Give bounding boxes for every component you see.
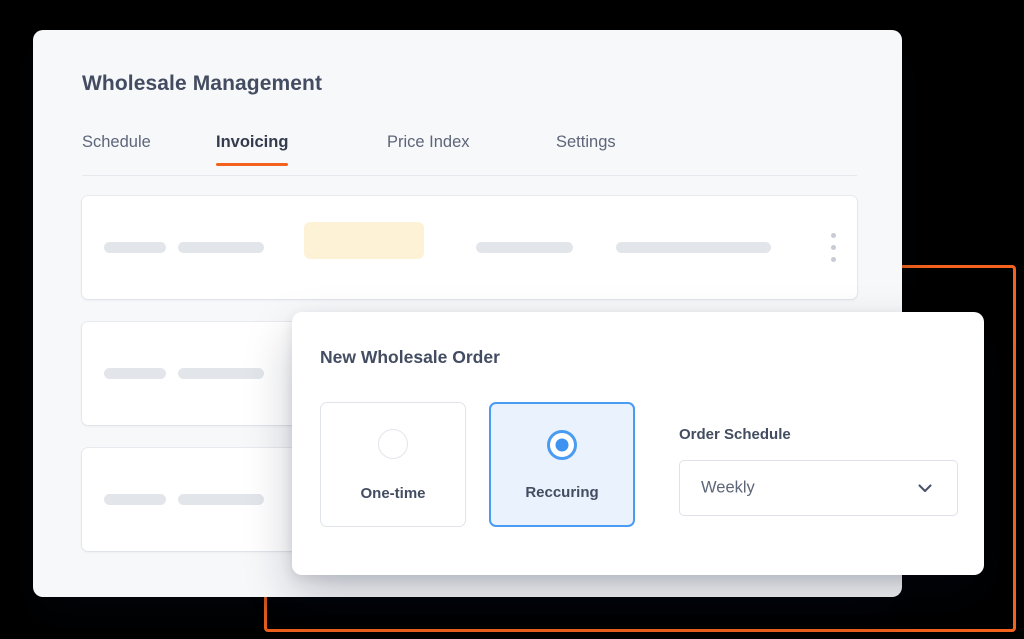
- tab-schedule-label: Schedule: [82, 133, 151, 151]
- placeholder-bar: [104, 494, 166, 505]
- order-type-option-one-time-label: One-time: [360, 485, 426, 502]
- placeholder-bar: [178, 242, 264, 253]
- order-type-option-recurring-label: Reccuring: [525, 484, 599, 501]
- table-row[interactable]: [82, 196, 857, 299]
- placeholder-bar: [178, 494, 264, 505]
- order-type-option-recurring[interactable]: Reccuring: [489, 402, 635, 527]
- order-schedule-label: Order Schedule: [679, 426, 791, 443]
- placeholder-bar: [476, 242, 573, 253]
- page-title: Wholesale Management: [82, 72, 323, 95]
- modal-title: New Wholesale Order: [320, 347, 500, 367]
- tab-settings[interactable]: Settings: [556, 133, 616, 165]
- placeholder-bar: [104, 242, 166, 253]
- tab-invoicing-label: Invoicing: [216, 133, 289, 151]
- order-schedule-select[interactable]: Weekly: [679, 460, 958, 516]
- placeholder-bar: [616, 242, 771, 253]
- tab-price-index-label: Price Index: [387, 133, 470, 151]
- radio-checked-icon[interactable]: [547, 430, 577, 460]
- tab-price-index[interactable]: Price Index: [387, 133, 470, 165]
- kebab-menu-icon[interactable]: [831, 233, 836, 263]
- tab-bar: Schedule Invoicing Price Index Settings: [82, 133, 857, 176]
- screenshot-stage: Wholesale Management Schedule Invoicing …: [0, 0, 1024, 639]
- tab-settings-label: Settings: [556, 133, 616, 151]
- new-wholesale-order-modal: New Wholesale Order One-time Reccuring O…: [292, 312, 984, 575]
- order-type-option-one-time[interactable]: One-time: [320, 402, 466, 527]
- tab-invoicing[interactable]: Invoicing: [216, 133, 289, 166]
- order-schedule-value: Weekly: [701, 478, 755, 497]
- tab-schedule[interactable]: Schedule: [82, 133, 151, 165]
- chevron-down-icon: [915, 478, 935, 498]
- placeholder-bar: [104, 368, 166, 379]
- radio-unchecked-icon[interactable]: [378, 429, 408, 459]
- placeholder-bar: [178, 368, 264, 379]
- status-badge: [304, 222, 424, 259]
